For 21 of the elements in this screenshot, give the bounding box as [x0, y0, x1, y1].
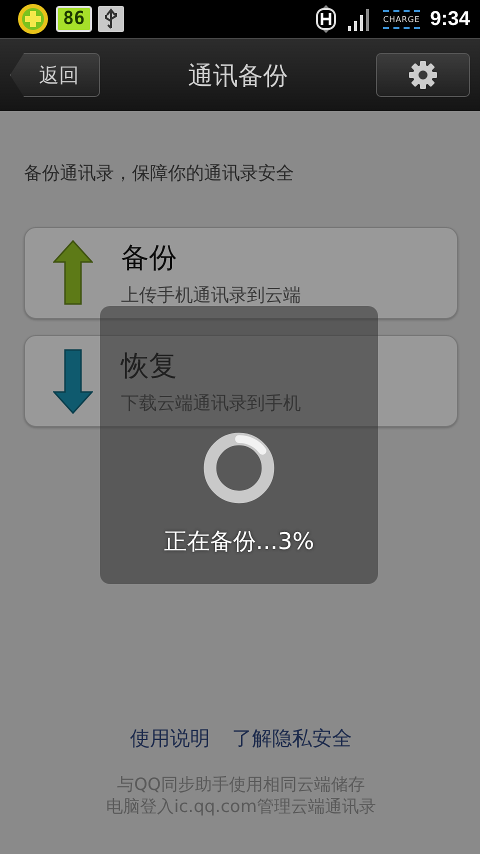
- clock: 9:34: [430, 8, 470, 30]
- down-arrow-icon: [53, 348, 93, 414]
- charge-indicator: CHARGE: [383, 10, 420, 28]
- plus-badge-icon: [16, 3, 50, 35]
- loading-spinner-icon: [203, 432, 275, 504]
- help-link[interactable]: 使用说明: [130, 725, 210, 752]
- description-text: 备份通讯录，保障你的通讯录安全: [24, 162, 295, 185]
- screen-title: 通讯备份: [188, 60, 288, 92]
- back-button[interactable]: 返回: [10, 53, 100, 97]
- usb-icon: [98, 6, 124, 32]
- up-arrow-icon: [53, 240, 93, 306]
- action-card[interactable]: 备份 上传手机通讯录到云端: [24, 227, 458, 319]
- battery-level: 86: [56, 6, 92, 32]
- action-title: 恢复: [121, 348, 178, 384]
- help-link[interactable]: 了解隐私安全: [232, 725, 352, 752]
- action-title: 备份: [121, 240, 178, 276]
- settings-icon: [408, 60, 438, 90]
- h-network-icon: [315, 4, 338, 34]
- action-subtitle: 上传手机通讯录到云端: [121, 284, 301, 307]
- settings-button[interactable]: [376, 53, 470, 97]
- progress-message: 正在备份...3%: [164, 528, 314, 557]
